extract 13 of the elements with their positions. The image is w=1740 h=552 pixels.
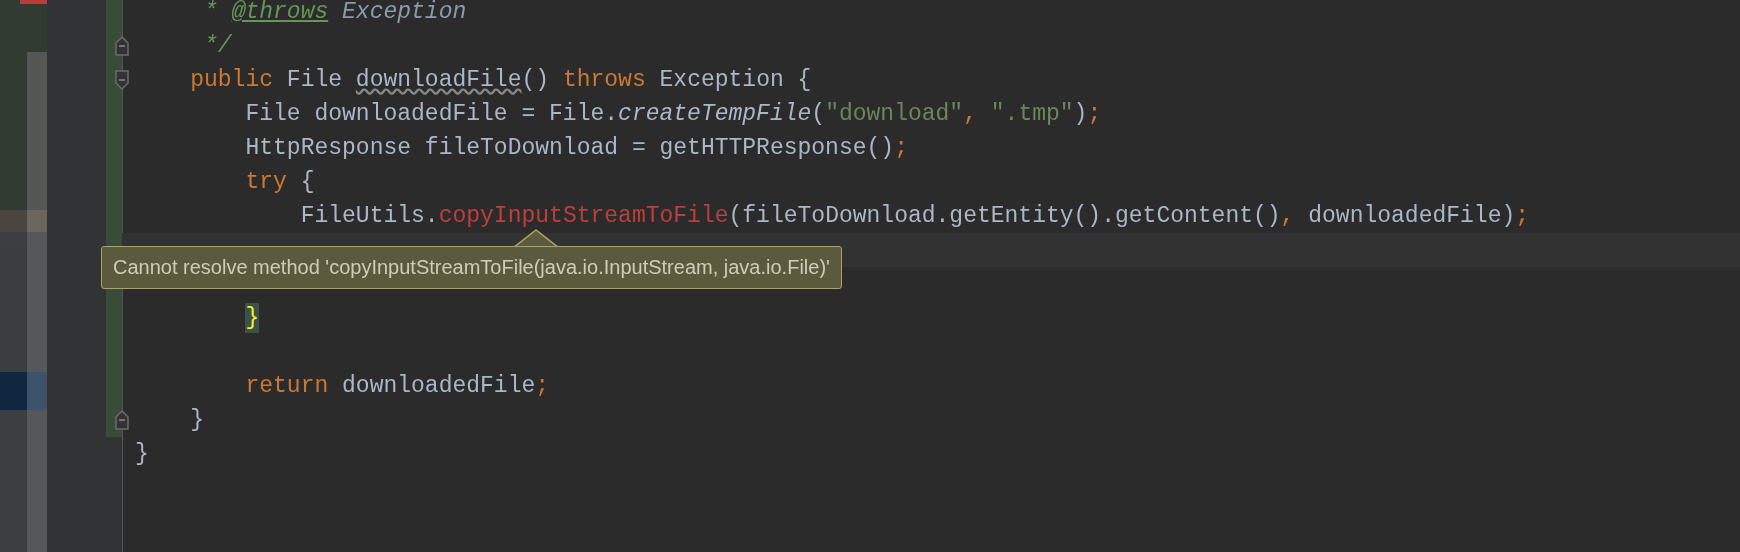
code-line: public File downloadFile() throws Exception { xyxy=(189,66,812,95)
code-line: } xyxy=(135,440,149,469)
code-line: return downloadedFile; xyxy=(244,372,550,401)
code-line: File downloadedFile = File.createTempFile("download", ".tmp"); xyxy=(244,100,1102,129)
code-line: FileUtils.copyInputStreamToFile(fileToDownload.getEntity().getContent(), downloadedFile); xyxy=(299,202,1530,231)
code-line: } xyxy=(189,406,204,435)
fold-icon[interactable] xyxy=(114,70,130,90)
code-line: * @throws Exception xyxy=(203,0,467,27)
code-line: */ xyxy=(203,32,232,61)
fold-icon[interactable] xyxy=(114,410,130,430)
code-line: HttpResponse fileToDownload = getHTTPResponse(); xyxy=(244,134,908,163)
code-line: try { xyxy=(244,168,315,197)
fold-icon[interactable] xyxy=(114,36,130,56)
